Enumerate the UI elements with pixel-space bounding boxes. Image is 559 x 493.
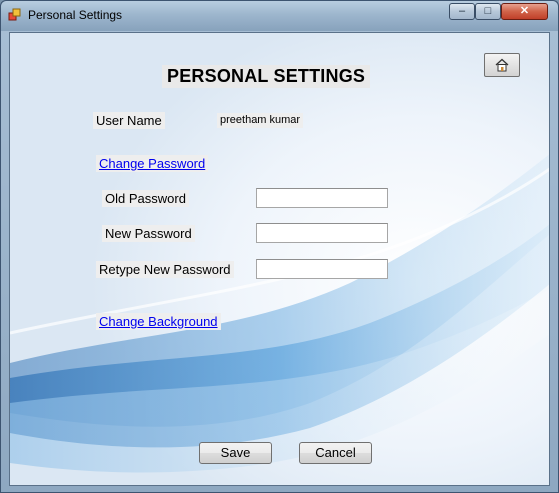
home-button[interactable]	[484, 53, 520, 77]
change-password-link[interactable]: Change Password	[96, 155, 209, 172]
window-title: Personal Settings	[28, 8, 123, 22]
old-password-label: Old Password	[102, 190, 189, 207]
user-name-label: User Name	[93, 112, 165, 129]
close-button[interactable]: ✕	[501, 3, 548, 20]
window: Personal Settings – □ ✕ PERSONAL SETTING…	[0, 0, 559, 493]
retype-password-label: Retype New Password	[96, 261, 234, 278]
change-background-link[interactable]: Change Background	[96, 313, 221, 330]
maximize-icon: □	[484, 5, 492, 17]
minimize-button[interactable]: –	[449, 3, 475, 20]
app-icon	[8, 8, 21, 21]
home-icon	[495, 58, 509, 72]
save-button[interactable]: Save	[199, 442, 272, 464]
user-name-value: preetham kumar	[217, 113, 304, 128]
title-bar[interactable]: Personal Settings – □ ✕	[1, 1, 558, 31]
old-password-field[interactable]	[256, 188, 388, 208]
maximize-button[interactable]: □	[475, 3, 501, 20]
settings-panel: PERSONAL SETTINGS User Name preetham kum…	[9, 32, 550, 486]
new-password-label: New Password	[102, 225, 195, 242]
retype-password-field[interactable]	[256, 259, 388, 279]
new-password-field[interactable]	[256, 223, 388, 243]
close-icon: ✕	[519, 5, 530, 17]
page-title: PERSONAL SETTINGS	[162, 65, 371, 88]
minimize-icon: –	[458, 5, 466, 17]
cancel-button[interactable]: Cancel	[299, 442, 372, 464]
